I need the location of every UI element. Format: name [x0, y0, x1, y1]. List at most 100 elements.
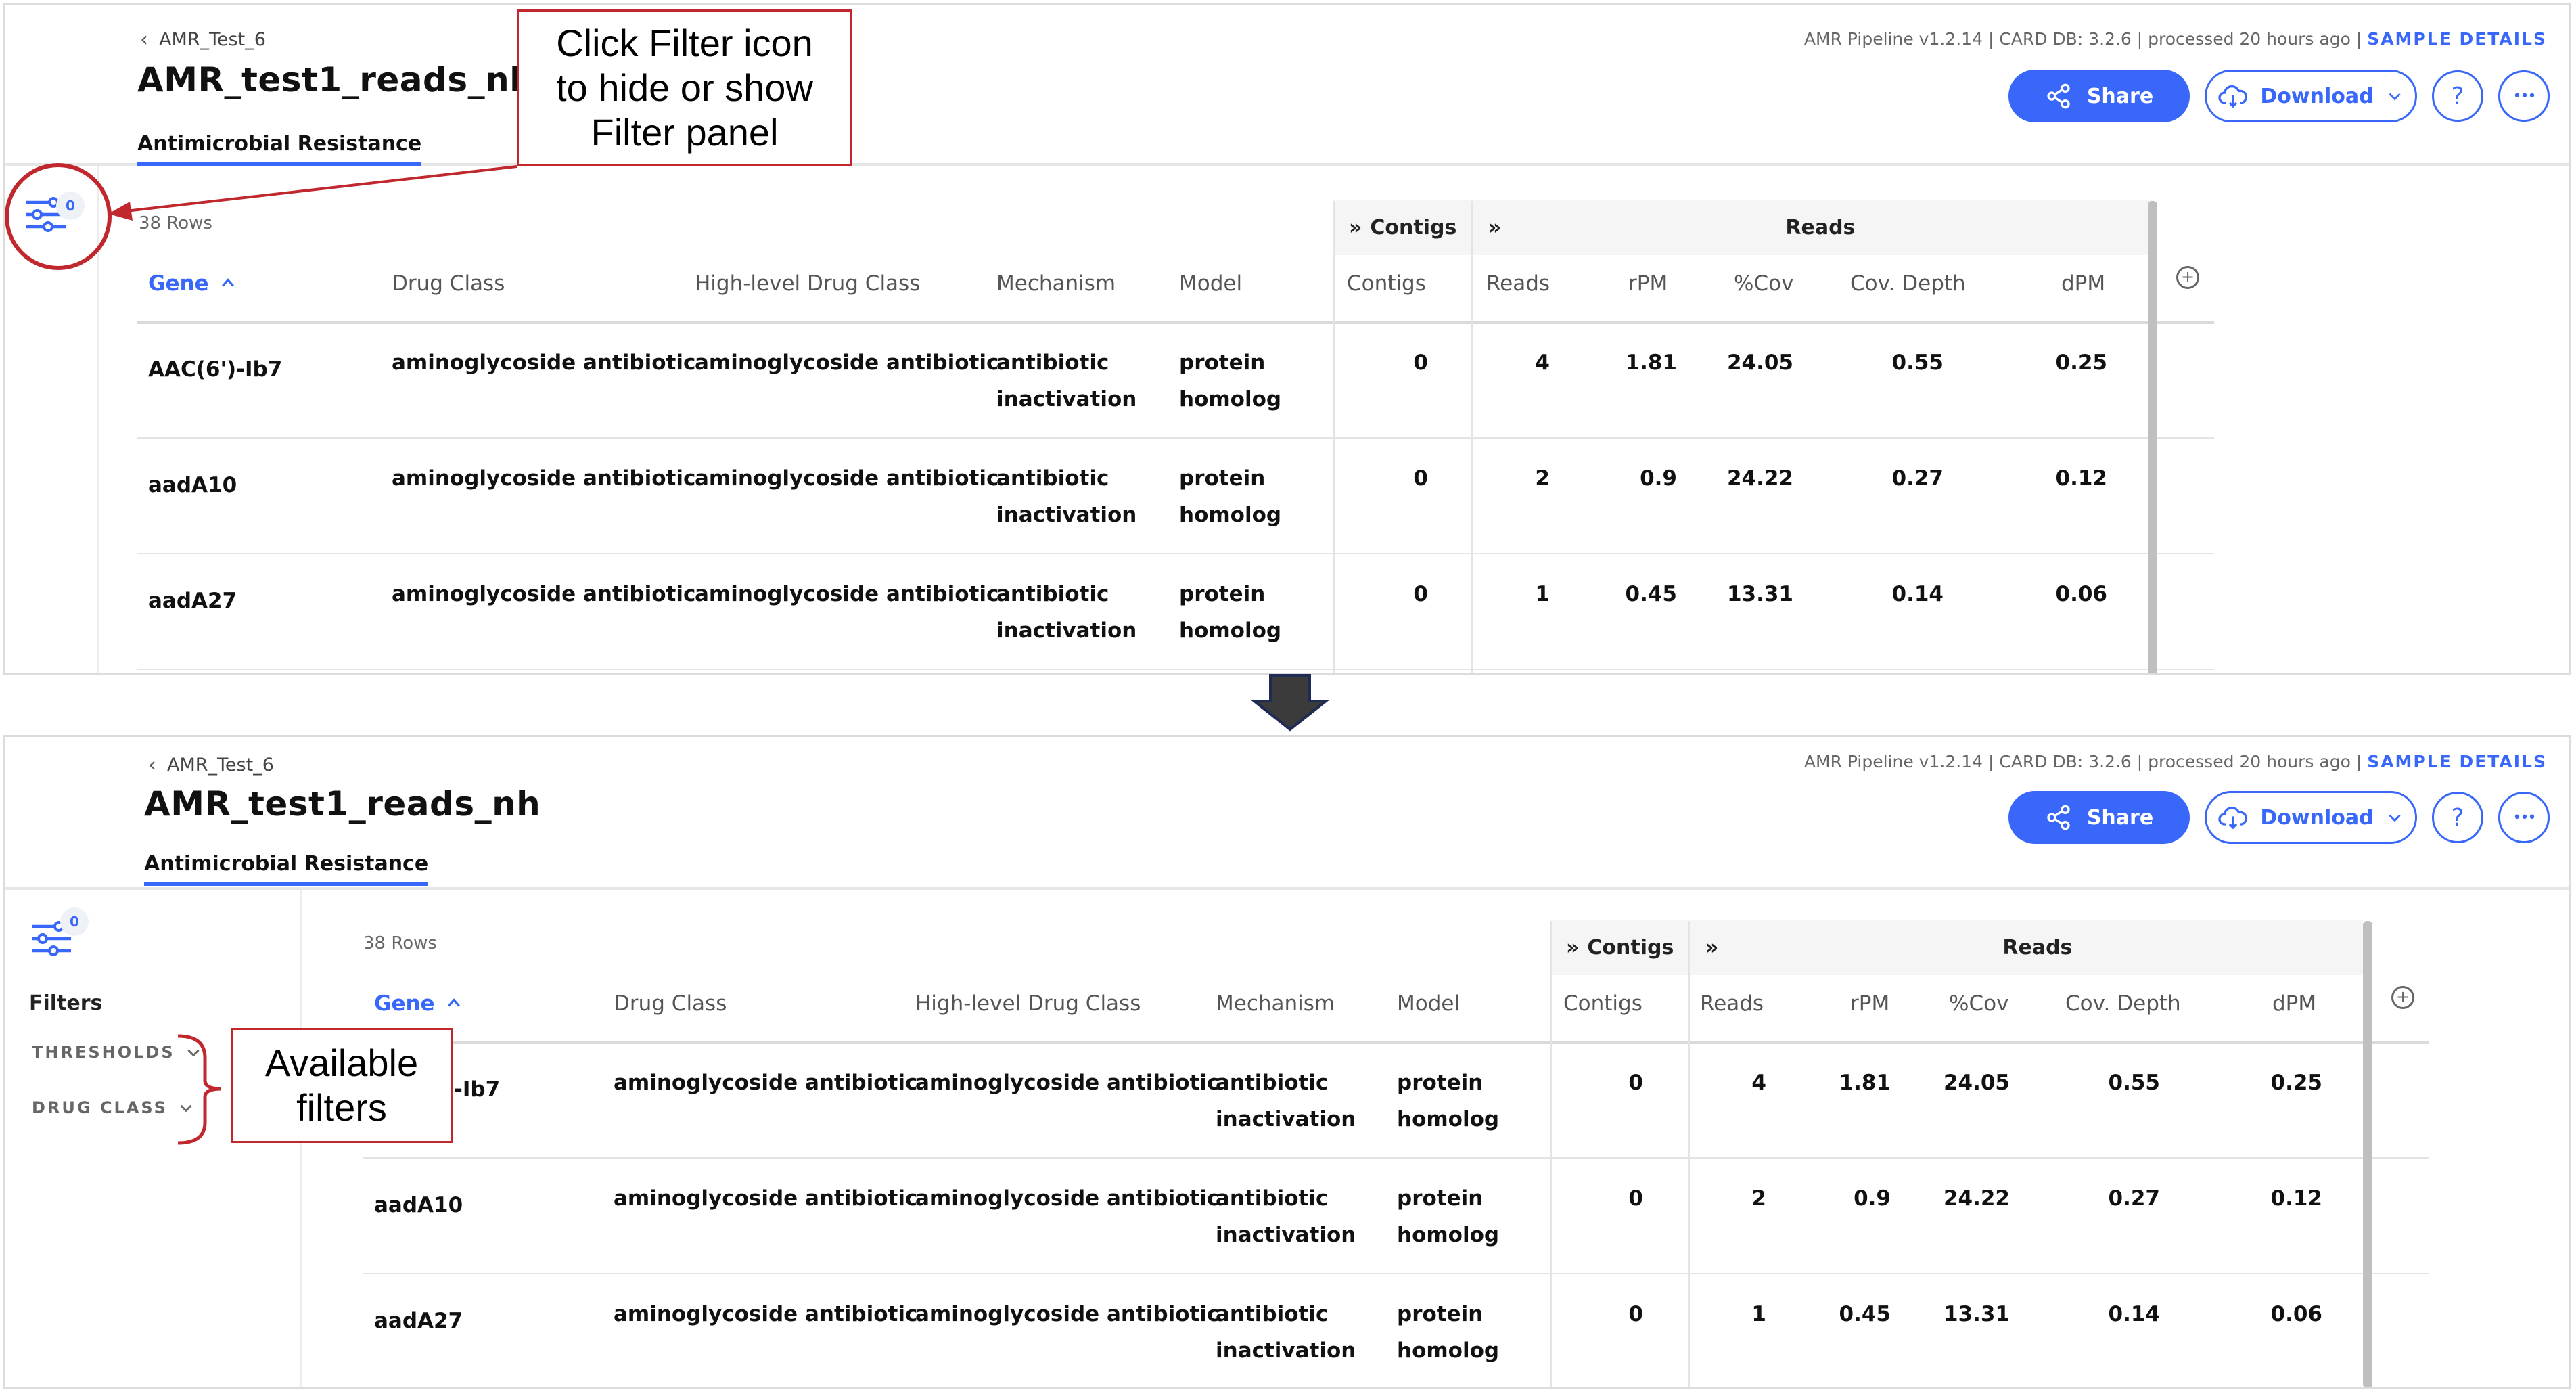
sample-details-link[interactable]: SAMPLE DETAILS: [2367, 752, 2547, 771]
column-header-mechanism[interactable]: Mechanism: [996, 271, 1116, 296]
cell-mechanism: antibiotic inactivation: [1216, 1180, 1356, 1253]
column-header-label: Model: [1179, 271, 1243, 296]
column-header-drug-class[interactable]: Drug Class: [392, 271, 505, 296]
cell-reads: 4: [1751, 1071, 1766, 1095]
cell-cov-depth: 0.14: [2108, 1302, 2161, 1326]
column-header-model[interactable]: Model: [1179, 271, 1242, 296]
down-arrow-icon: [1250, 674, 1330, 732]
cell-line: antibiotic: [1216, 1302, 1329, 1326]
column-header-label: Reads: [1486, 271, 1550, 296]
row-divider: [363, 1273, 2429, 1274]
column-header-label: Drug Class: [614, 991, 727, 1016]
column-header-reads[interactable]: Reads: [1486, 271, 1550, 296]
cell-contigs: 0: [1413, 582, 1428, 606]
cell-mechanism: antibiotic inactivation: [1216, 1296, 1356, 1369]
available-filters-callout: Available filters: [231, 1028, 453, 1143]
cell-cov-depth: 0.14: [1891, 582, 1944, 606]
column-header-contigs[interactable]: Contigs: [1347, 271, 1426, 296]
horizontal-scrollbar[interactable]: [2148, 201, 2157, 673]
reads-group-header[interactable]: » Reads: [1472, 200, 2153, 255]
help-button[interactable]: ?: [2432, 792, 2483, 843]
cell-line: inactivation: [1216, 1223, 1356, 1247]
sort-ascending-icon: [209, 271, 237, 296]
cell-rpm: 0.9: [1854, 1186, 1891, 1211]
expand-reads-icon: »: [1705, 935, 1719, 960]
column-header-reads[interactable]: Reads: [1700, 991, 1764, 1016]
cell-contigs: 0: [1413, 351, 1428, 375]
contigs-group-header[interactable]: » Contigs: [1333, 200, 1472, 255]
cell-reads: 1: [1751, 1302, 1766, 1326]
header-actions: Share Download ? •••: [2008, 791, 2550, 844]
sample-details-link[interactable]: SAMPLE DETAILS: [2367, 29, 2547, 49]
column-header-model[interactable]: Model: [1397, 991, 1460, 1016]
column-header-cov[interactable]: %Cov: [1949, 991, 2008, 1016]
add-column-icon[interactable]: +: [2391, 986, 2414, 1009]
cell-cov-depth: 0.55: [1891, 351, 1944, 375]
cell-model: protein homolog: [1397, 1064, 1499, 1138]
column-header-high-level-drug-class[interactable]: High-level Drug Class: [915, 991, 1141, 1016]
chevron-down-icon: [180, 1104, 192, 1113]
add-column-icon[interactable]: +: [2176, 266, 2199, 289]
drug-class-filter[interactable]: DRUG CLASS: [32, 1098, 195, 1117]
column-header-drug-class[interactable]: Drug Class: [614, 991, 727, 1016]
column-header-cov[interactable]: %Cov: [1734, 271, 1793, 296]
cell-line: homolog: [1179, 619, 1282, 643]
column-header-gene[interactable]: Gene: [148, 271, 237, 296]
cell-model: protein homolog: [1179, 344, 1281, 418]
cell-dpm: 0.12: [2055, 466, 2108, 491]
more-options-button[interactable]: •••: [2498, 792, 2550, 843]
breadcrumb[interactable]: ‹ AMR_Test_6: [148, 753, 274, 777]
cell-line: protein: [1179, 466, 1266, 491]
cell-dpm: 0.25: [2055, 351, 2108, 375]
callout-line: Filter panel: [591, 111, 779, 154]
cell-line: protein: [1179, 582, 1266, 606]
chevron-down-icon: [2389, 814, 2401, 822]
column-header-contigs[interactable]: Contigs: [1563, 991, 1642, 1016]
callout-line: to hide or show: [556, 66, 813, 109]
column-header-gene[interactable]: Gene: [374, 991, 463, 1016]
filters-heading: Filters: [29, 991, 103, 1015]
cell-line: homolog: [1179, 387, 1282, 411]
column-header-cov-depth[interactable]: Cov. Depth: [1850, 271, 1966, 296]
cell-line: inactivation: [1216, 1339, 1356, 1363]
tab-antimicrobial-resistance[interactable]: Antimicrobial Resistance: [144, 852, 429, 886]
sample-title: AMR_test1_reads_nh: [144, 784, 541, 824]
help-button[interactable]: ?: [2432, 70, 2483, 122]
thresholds-filter[interactable]: THRESHOLDS: [32, 1043, 202, 1062]
share-button[interactable]: Share: [2008, 70, 2190, 122]
row-divider: [363, 1157, 2429, 1159]
download-button[interactable]: Download: [2205, 70, 2417, 122]
more-options-button[interactable]: •••: [2498, 70, 2550, 122]
column-header-label: High-level Drug Class: [915, 991, 1141, 1016]
download-label: Download: [2260, 84, 2374, 108]
column-header-label: Gene: [148, 271, 209, 296]
cell-contigs: 0: [1628, 1071, 1643, 1095]
column-header-label: %Cov: [1734, 271, 1794, 296]
cell-high-level-drug-class: aminoglycoside antibiotic: [695, 466, 999, 491]
row-divider: [137, 437, 2214, 439]
breadcrumb[interactable]: ‹ AMR_Test_6: [140, 28, 266, 51]
sort-ascending-icon: [435, 991, 463, 1016]
row-divider: [137, 669, 2214, 670]
cell-line: protein: [1397, 1302, 1484, 1326]
horizontal-scrollbar[interactable]: [2363, 921, 2372, 1387]
column-header-rpm[interactable]: rPM: [1850, 991, 1889, 1016]
cell-gene: -Ib7: [454, 1077, 501, 1102]
tab-antimicrobial-resistance[interactable]: Antimicrobial Resistance: [137, 132, 422, 166]
column-header-high-level-drug-class[interactable]: High-level Drug Class: [695, 271, 920, 296]
cell-high-level-drug-class: aminoglycoside antibiotic: [915, 1302, 1220, 1326]
column-header-mechanism[interactable]: Mechanism: [1216, 991, 1335, 1016]
cell-model: protein homolog: [1179, 576, 1281, 649]
column-header-dpm[interactable]: dPM: [2272, 991, 2316, 1016]
callout-line: Click Filter icon: [556, 22, 813, 64]
column-header-cov-depth[interactable]: Cov. Depth: [2065, 991, 2181, 1016]
contigs-group-header[interactable]: » Contigs: [1550, 920, 1689, 975]
column-header-label: Gene: [374, 991, 435, 1016]
column-header-rpm[interactable]: rPM: [1628, 271, 1668, 296]
cell-cov: 24.05: [1726, 351, 1793, 375]
column-header-dpm[interactable]: dPM: [2061, 271, 2105, 296]
download-button[interactable]: Download: [2205, 791, 2417, 844]
column-header-label: %Cov: [1949, 991, 2009, 1016]
share-button[interactable]: Share: [2008, 791, 2190, 844]
reads-group-header[interactable]: » Reads: [1689, 920, 2363, 975]
